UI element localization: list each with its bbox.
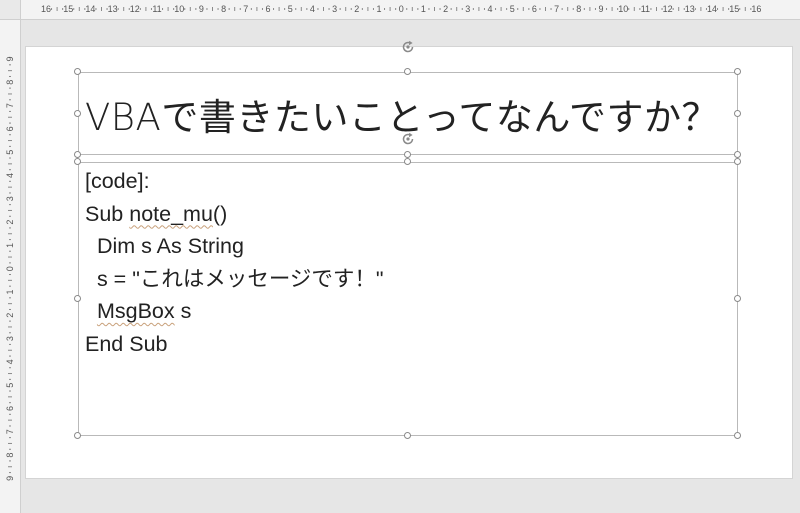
ruler-label: 15	[729, 4, 739, 14]
body-handle-bottom-left[interactable]	[74, 432, 81, 439]
ruler-label: 7	[5, 103, 15, 108]
ruler-label: 16	[751, 4, 761, 14]
ruler-label: 6	[5, 406, 15, 411]
title-handle-middle-left[interactable]	[74, 110, 81, 117]
body-handle-middle-left[interactable]	[74, 295, 81, 302]
ruler-label: 7	[243, 4, 248, 14]
code-line[interactable]: End Sub	[85, 328, 384, 361]
ruler-label: 0	[399, 4, 404, 14]
title-rotate-handle-icon[interactable]	[401, 40, 415, 54]
horizontal-ruler-scale: 16 15 14 13 12 11 10 9 8 7 6 5 4 3 2 1 0 1 2 3 4 5 6 7 8 9 10 11 12 1…	[41, 4, 761, 14]
ruler-label: 6	[5, 126, 15, 131]
ruler-label: 3	[5, 336, 15, 341]
body-rotate-handle-icon[interactable]	[401, 132, 415, 146]
title-handle-top-center[interactable]	[404, 68, 411, 75]
spellcheck-word: MsgBox	[96, 299, 175, 323]
code-text[interactable]: [code]: Sub note_mu() Dim s As String s =…	[85, 165, 384, 360]
title-handle-top-right[interactable]	[734, 68, 741, 75]
body-handle-middle-right[interactable]	[734, 295, 741, 302]
ruler-label: 9	[598, 4, 603, 14]
code-text-run: s	[174, 299, 192, 323]
ruler-label: 4	[5, 359, 15, 364]
ruler-label: 2	[354, 4, 359, 14]
ruler-label: 4	[487, 4, 492, 14]
ruler-label: 8	[576, 4, 581, 14]
code-line[interactable]: s = "これはメッセージです！"	[85, 263, 384, 296]
ruler-label: 3	[332, 4, 337, 14]
ruler-label: 9	[5, 476, 15, 481]
code-text-run: ()	[212, 201, 228, 226]
vertical-ruler[interactable]: 9 8 7 6 5 4 3 2 1 0 1 2 3 4 5 6 7 8 9	[0, 19, 21, 513]
body-handle-top-right[interactable]	[734, 158, 741, 165]
title-handle-bottom-right[interactable]	[734, 151, 741, 158]
body-handle-bottom-center[interactable]	[404, 432, 411, 439]
ruler-label: 12	[663, 4, 673, 14]
ruler-label: 3	[465, 4, 470, 14]
ruler-label: 11	[152, 4, 161, 14]
ruler-label: 9	[199, 4, 204, 14]
spellcheck-word: note_mu	[129, 201, 213, 226]
ruler-label: 1	[421, 4, 426, 14]
code-line[interactable]: Sub note_mu()	[85, 198, 384, 231]
ruler-label: 5	[288, 4, 293, 14]
ruler-label: 10	[174, 4, 184, 14]
ruler-label: 5	[5, 150, 15, 155]
ruler-label: 13	[685, 4, 695, 14]
title-handle-bottom-center[interactable]	[404, 151, 411, 158]
ruler-label: 0	[5, 266, 15, 271]
ruler-label: 6	[265, 4, 270, 14]
ruler-label: 8	[5, 453, 15, 458]
ruler-label: 14	[707, 4, 717, 14]
body-handle-bottom-right[interactable]	[734, 432, 741, 439]
ruler-label: 16	[41, 4, 51, 14]
code-line[interactable]: Dim s As String	[85, 230, 384, 263]
title-handle-middle-right[interactable]	[734, 110, 741, 117]
ruler-label: 1	[5, 243, 15, 248]
ruler-label: 14	[85, 4, 95, 14]
ruler-corner	[0, 0, 21, 20]
code-text-run: Sub	[85, 201, 130, 226]
ruler-label: 3	[5, 196, 15, 201]
body-handle-top-center[interactable]	[404, 158, 411, 165]
ruler-label: 15	[63, 4, 73, 14]
ruler-label: 12	[130, 4, 140, 14]
slide-editor: 16 15 14 13 12 11 10 9 8 7 6 5 4 3 2 1 0 1 2 3 4 5 6 7 8 9 10 11 12 1…	[0, 0, 800, 513]
body-handle-top-left[interactable]	[74, 158, 81, 165]
ruler-label: 5	[5, 383, 15, 388]
ruler-label: 6	[532, 4, 537, 14]
ruler-label: 8	[5, 80, 15, 85]
ruler-label: 2	[443, 4, 448, 14]
ruler-label: 1	[5, 289, 15, 294]
ruler-label: 10	[618, 4, 628, 14]
code-text-run: s = "これはメッセージです！"	[85, 266, 384, 291]
ruler-label: 7	[5, 429, 15, 434]
ruler-label: 9	[5, 56, 15, 61]
ruler-label: 11	[641, 4, 650, 14]
title-handle-bottom-left[interactable]	[74, 151, 81, 158]
ruler-label: 13	[108, 4, 118, 14]
ruler-label: 8	[221, 4, 226, 14]
code-text-run: End Sub	[85, 331, 168, 356]
ruler-label: 5	[510, 4, 515, 14]
code-line[interactable]: [code]:	[85, 165, 384, 198]
ruler-label: 4	[5, 173, 15, 178]
code-text-run: [code]:	[85, 169, 150, 193]
ruler-label: 7	[554, 4, 559, 14]
ruler-label: 2	[5, 313, 15, 318]
title-handle-top-left[interactable]	[74, 68, 81, 75]
ruler-label: 4	[310, 4, 315, 14]
code-line[interactable]: MsgBox s	[85, 295, 384, 328]
horizontal-ruler[interactable]: 16 15 14 13 12 11 10 9 8 7 6 5 4 3 2 1 0 1 2 3 4 5 6 7 8 9 10 11 12 1…	[0, 0, 800, 20]
vertical-ruler-scale: 9 8 7 6 5 4 3 2 1 0 1 2 3 4 5 6 7 8 9	[5, 56, 15, 481]
ruler-label: 1	[376, 4, 381, 14]
body-placeholder[interactable]: [code]: Sub note_mu() Dim s As String s =…	[78, 162, 738, 436]
code-text-run	[85, 299, 97, 323]
code-text-run: Dim s As String	[85, 234, 244, 258]
ruler-label: 2	[5, 220, 15, 225]
